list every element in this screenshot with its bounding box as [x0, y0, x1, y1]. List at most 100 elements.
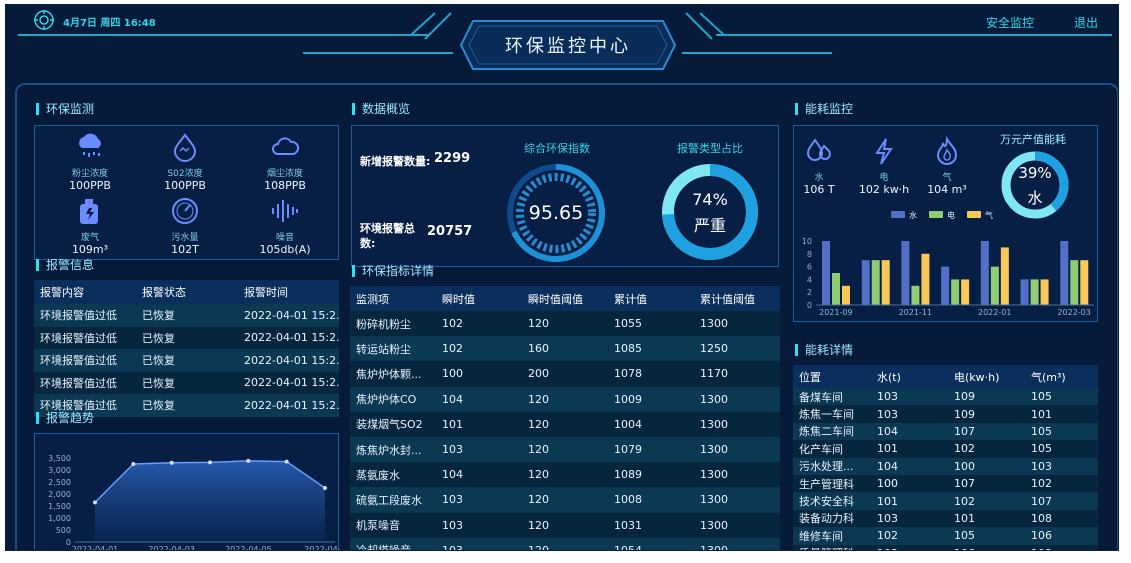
bar[interactable] [1060, 241, 1069, 305]
table-row[interactable]: 转运站粉尘 102 160 1085 1250 [350, 336, 780, 362]
y-tick-label: 6 [807, 263, 812, 272]
col-header[interactable]: 位置 [793, 365, 871, 388]
bar[interactable] [842, 285, 850, 305]
table-row[interactable]: 焦炉炉体颗... 100 200 1078 1170 [350, 361, 780, 387]
nav-safety-monitor[interactable]: 安全监控 [986, 14, 1034, 31]
bar[interactable] [921, 253, 930, 305]
trend-point[interactable] [246, 458, 251, 463]
table-row[interactable]: 装备动力科 103 101 108 [793, 509, 1098, 528]
col-header[interactable]: 累计值 [608, 286, 694, 311]
col-header[interactable]: 水(t) [871, 365, 948, 388]
table-cell: 1300 [694, 436, 780, 463]
table-row[interactable]: 维修车间 102 105 106 [793, 527, 1098, 545]
table-cell: 炼焦二车间 [793, 422, 871, 441]
table-row[interactable]: 技术安全科 101 102 107 [793, 492, 1098, 510]
table-cell: 103 [871, 405, 948, 423]
col-header[interactable]: 瞬时值阈值 [522, 286, 608, 311]
table-row[interactable]: 质量管理科103106103 [793, 544, 1098, 550]
table-row[interactable]: 环境报警值过低 已恢复 2022-04-01 15:2... [34, 349, 339, 372]
table-cell: 已恢复 [136, 394, 238, 417]
table-cell: 105 [1025, 422, 1098, 441]
table-cell: 160 [522, 336, 608, 362]
bar[interactable] [1000, 247, 1009, 305]
trend-point[interactable] [323, 486, 327, 490]
x-tick-label: 2022-03 [1057, 308, 1090, 317]
col-header[interactable]: 气(m³) [1025, 365, 1098, 388]
table-cell: 装煤烟气SO2 [350, 411, 436, 437]
table-row[interactable]: 焦炉炉体CO 104 120 1009 1300 [350, 386, 780, 412]
table-row[interactable]: 蒸氨废水 104 120 1089 1300 [350, 462, 780, 488]
table-row[interactable]: 备煤车间 103 109 105 [793, 388, 1098, 406]
trend-point[interactable] [93, 500, 97, 505]
table-row[interactable]: 炼焦炉水封... 103 120 1079 1300 [350, 436, 780, 463]
table-cell: 102 [871, 527, 948, 545]
table-row[interactable]: 机泵噪音 103 120 1031 1300 [350, 512, 780, 538]
trend-point[interactable] [284, 459, 289, 464]
bar[interactable] [1020, 279, 1029, 305]
table-row[interactable]: 炼焦二车间 104 107 105 [793, 422, 1098, 441]
table-cell: 109 [948, 388, 1025, 406]
bar[interactable] [901, 241, 910, 305]
trend-point[interactable] [169, 460, 174, 465]
table-row[interactable]: 硫氨工段废水 103 120 1008 1300 [350, 487, 780, 513]
table-row[interactable]: 污水处理... 104 100 103 [793, 457, 1098, 475]
table-row[interactable]: 环境报警值过低 已恢复 2022-04-01 15:2... [34, 326, 339, 349]
table-row[interactable]: 粉碎机粉尘 102 120 1055 1300 [350, 311, 780, 337]
col-header[interactable]: 瞬时值 [436, 286, 522, 311]
table-row[interactable]: 环境报警值过低 已恢复 2022-04-01 15:2... [34, 371, 339, 394]
bar[interactable] [911, 285, 920, 305]
bar[interactable] [961, 279, 970, 305]
bar[interactable] [1080, 260, 1089, 305]
bar[interactable] [861, 260, 870, 305]
bar[interactable] [1040, 279, 1049, 305]
energy-monitor-title: 能耗监控 [795, 103, 853, 115]
table-row[interactable]: 炼焦一车间 103 109 101 [793, 405, 1098, 423]
trend-point[interactable] [208, 460, 212, 465]
col-header[interactable]: 监测项 [350, 286, 436, 311]
water-drop-icon [173, 133, 197, 162]
legend-swatch [967, 211, 981, 218]
table-cell: 101 [436, 411, 522, 437]
y-tick-label: 1,500 [48, 502, 71, 511]
table-cell: 120 [522, 487, 608, 513]
bar[interactable] [1070, 260, 1079, 305]
bar[interactable] [980, 241, 989, 305]
bar[interactable] [990, 266, 999, 305]
table-row[interactable]: 环境报警值过低 已恢复 2022-04-01 15:2... [34, 304, 339, 327]
col-header[interactable]: 报警时间 [238, 280, 339, 304]
flame-icon [936, 135, 958, 165]
table-cell: 蒸氨废水 [350, 462, 436, 488]
table-cell: 101 [948, 509, 1025, 528]
table-cell: 2022-04-01 15:2... [238, 349, 339, 372]
y-tick-label: 2,500 [48, 478, 71, 487]
table-cell: 109 [948, 405, 1025, 423]
alarm-type-title: 报警类型占比 [677, 142, 743, 155]
table-row[interactable]: 生产管理科 100 107 102 [793, 474, 1098, 493]
table-row[interactable]: 化产车间 101 102 105 [793, 440, 1098, 458]
bar[interactable] [871, 260, 880, 305]
alarm-info-title: 报警信息 [36, 259, 94, 271]
bar[interactable] [951, 279, 960, 305]
table-cell: 105 [1025, 388, 1098, 406]
table-cell: 装备动力科 [793, 509, 871, 528]
col-header[interactable]: 报警内容 [34, 280, 136, 304]
bar[interactable] [832, 273, 840, 305]
bar[interactable] [1030, 279, 1039, 305]
legend-label: 电 [947, 210, 955, 220]
table-cell: 1004 [608, 411, 694, 437]
table-row[interactable]: 冷却塔噪音 103 120 1054 1300 [350, 537, 780, 550]
nav-logout[interactable]: 退出 [1074, 14, 1098, 31]
col-header[interactable]: 报警状态 [136, 280, 238, 304]
bar[interactable] [822, 241, 830, 305]
env-item-sewage: 污水量 102T [140, 196, 230, 256]
table-row[interactable]: 装煤烟气SO2 101 120 1004 1300 [350, 411, 780, 437]
bar[interactable] [881, 260, 890, 305]
col-header[interactable]: 累计值阈值 [694, 286, 780, 311]
env-label: 污水量 [171, 233, 199, 243]
trend-point[interactable] [131, 462, 136, 466]
y-tick-label: 3,500 [48, 454, 71, 463]
table-cell: 120 [522, 537, 608, 550]
bar[interactable] [941, 266, 950, 305]
col-header[interactable]: 电(kw·h) [948, 365, 1025, 388]
smoke-cloud-icon [272, 137, 300, 155]
